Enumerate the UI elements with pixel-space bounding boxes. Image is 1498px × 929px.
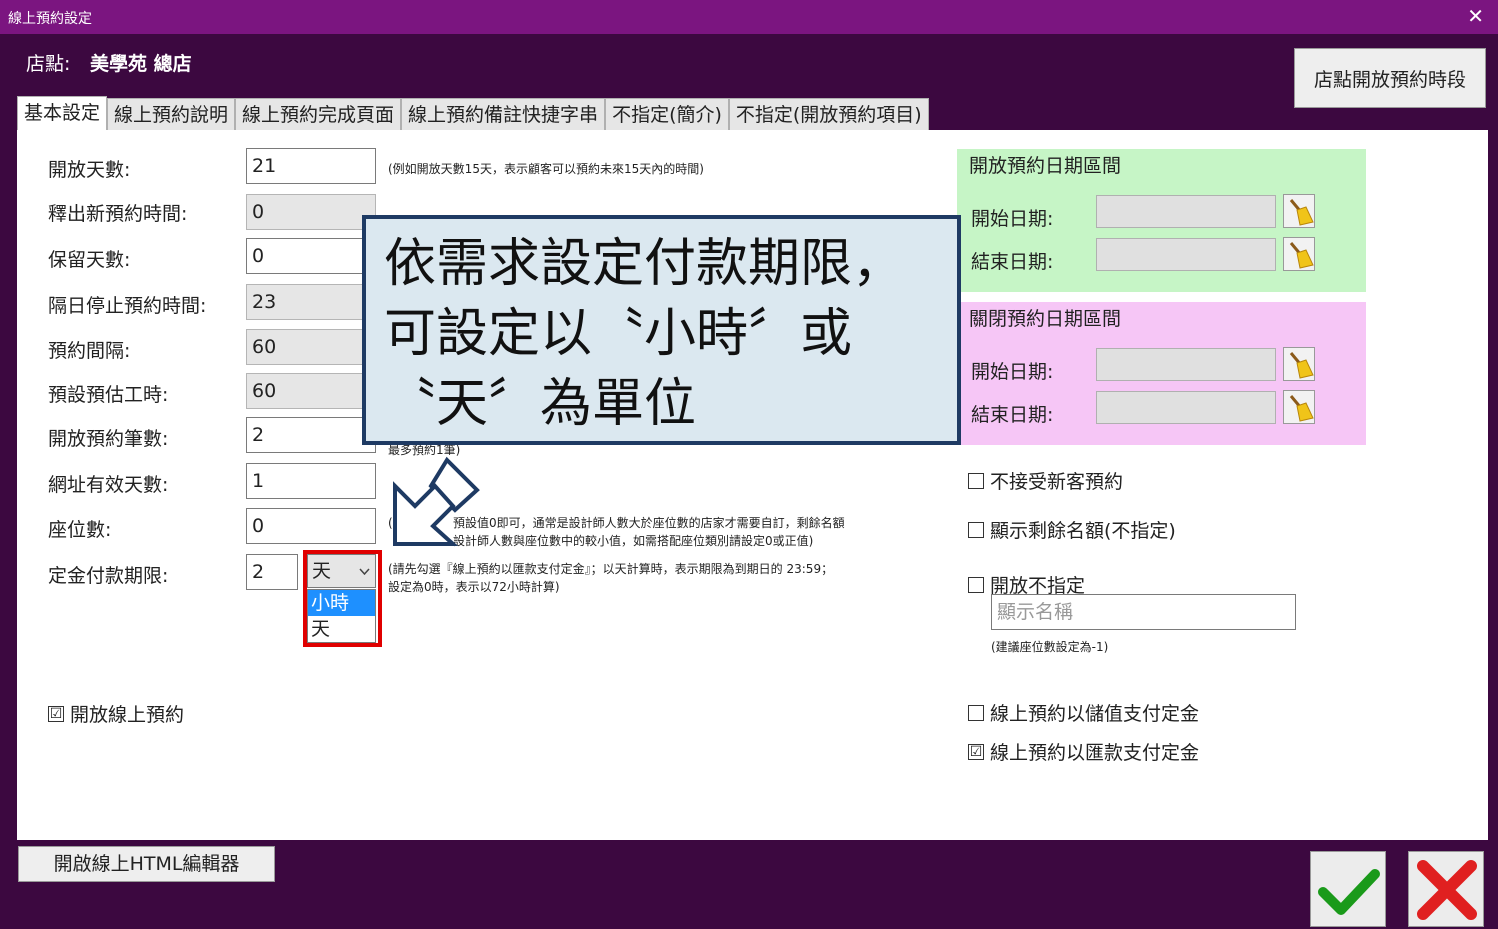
open-end-label: 結束日期: (971, 251, 1054, 273)
tab-unassigned-intro[interactable]: 不指定(簡介) (605, 98, 729, 130)
close-start-date-input[interactable] (1096, 348, 1276, 381)
tab-online-booking-description[interactable]: 線上預約說明 (107, 98, 236, 130)
tab-unassigned-items[interactable]: 不指定(開放預約項目) (728, 98, 929, 130)
checkbox-box (968, 704, 984, 721)
open-days-hint: (例如開放天數15天，表示顧客可以預約未來15天內的時間) (388, 162, 704, 176)
seats-hint-line1: 預設值0即可，通常是設計師人數大於座位數的店家才需要自訂，剩餘名額 (453, 516, 845, 530)
arrow-pointer-icon (393, 456, 480, 546)
close-range-title: 關閉預約日期區間 (969, 308, 1122, 330)
callout-text: 依需求設定付款期限， 可設定以〝小時〞或 〝天〞為單位 (384, 234, 905, 434)
interval-select[interactable]: 60 (246, 329, 376, 365)
tab-bar: 基本設定 線上預約說明 線上預約完成頁面 線上預約備註快捷字串 不指定(簡介) … (17, 96, 929, 130)
open-start-label: 開始日期: (971, 208, 1054, 230)
clear-close-start-button[interactable] (1283, 347, 1315, 381)
store-booking-slots-button[interactable]: 店點開放預約時段 (1294, 48, 1486, 108)
no-new-clients-checkbox[interactable]: 不接受新客預約 (968, 467, 1123, 494)
open-range-title: 開放預約日期區間 (969, 155, 1122, 177)
close-start-label: 開始日期: (971, 361, 1054, 383)
checkbox-box: ☑ (48, 705, 64, 722)
show-remaining-checkbox[interactable]: 顯示剩餘名額(不指定) (968, 516, 1176, 543)
show-remaining-label: 顯示剩餘名額(不指定) (990, 520, 1176, 542)
clear-close-end-button[interactable] (1283, 390, 1315, 424)
tab-basic-settings[interactable]: 基本設定 (17, 96, 108, 130)
url-valid-days-label: 網址有效天數: (48, 474, 169, 496)
next-day-stop-label: 隔日停止預約時間: (48, 295, 207, 317)
broom-icon (1289, 242, 1314, 269)
store-label: 店點: (26, 53, 71, 75)
release-time-label: 釋出新預約時間: (48, 203, 188, 225)
no-new-clients-label: 不接受新客預約 (990, 471, 1124, 493)
close-icon[interactable]: ✕ (1467, 4, 1484, 28)
deposit-deadline-input[interactable]: 2 (246, 554, 298, 590)
broom-icon (1289, 199, 1314, 226)
enable-online-booking-label: 開放線上預約 (70, 704, 185, 726)
broom-icon (1289, 352, 1314, 379)
cancel-button[interactable] (1408, 851, 1484, 927)
open-html-editor-button[interactable]: 開啟線上HTML編輯器 (18, 846, 275, 882)
close-end-date-input[interactable] (1096, 391, 1276, 424)
close-date-range-group: 關閉預約日期區間 開始日期: 結束日期: (957, 302, 1366, 445)
open-date-range-group: 開放預約日期區間 開始日期: 結束日期: (957, 149, 1366, 292)
pay-transfer-label: 線上預約以匯款支付定金 (990, 742, 1200, 764)
url-valid-days-input[interactable]: 1 (246, 463, 376, 499)
deposit-hint-line1: (請先勾選『線上預約以匯款支付定金』；以天計算時，表示期限為到期日的 23:59… (388, 562, 834, 576)
pay-transfer-checkbox[interactable]: ☑ 線上預約以匯款支付定金 (968, 738, 1199, 765)
reserve-days-input[interactable]: 0 (246, 238, 376, 274)
highlight-frame (303, 550, 382, 647)
deposit-deadline-label: 定金付款期限: (48, 565, 169, 587)
reserve-days-label: 保留天數: (48, 249, 131, 271)
open-days-label: 開放天數: (48, 159, 131, 181)
confirm-button[interactable] (1310, 851, 1386, 927)
pay-stored-value-label: 線上預約以儲值支付定金 (990, 703, 1200, 725)
window-title: 線上預約設定 (8, 11, 92, 27)
clear-open-end-button[interactable] (1283, 237, 1315, 271)
seats-input[interactable]: 0 (246, 508, 376, 544)
broom-icon (1289, 395, 1314, 422)
clear-open-start-button[interactable] (1283, 194, 1315, 228)
interval-label: 預約間隔: (48, 340, 131, 362)
enable-online-booking-checkbox[interactable]: ☑ 開放線上預約 (48, 700, 184, 727)
est-work-label: 預設預估工時: (48, 384, 169, 406)
tab-note-shortcuts[interactable]: 線上預約備註快捷字串 (401, 98, 606, 130)
pay-stored-value-checkbox[interactable]: 線上預約以儲值支付定金 (968, 699, 1199, 726)
release-time-select[interactable]: 0 (246, 194, 376, 230)
max-bookings-label: 開放預約筆數: (48, 428, 169, 450)
tab-booking-complete-page[interactable]: 線上預約完成頁面 (235, 98, 402, 130)
max-bookings-input[interactable]: 2 (246, 417, 376, 453)
unassigned-hint: (建議座位數設定為-1) (991, 640, 1109, 654)
store-name: 美學苑 總店 (90, 53, 192, 75)
checkbox-box (968, 521, 984, 538)
check-icon (1318, 869, 1380, 915)
seats-hint-line2: 設計師人數與座位數中的較小值，如需搭配座位類別請設定0或正值) (453, 534, 814, 548)
open-start-date-input[interactable] (1096, 195, 1276, 228)
deposit-hint-line2: 設定為0時，表示以72小時計算) (388, 580, 560, 594)
open-days-input[interactable]: 21 (246, 148, 376, 184)
seats-label: 座位數: (48, 519, 112, 541)
cross-icon (1417, 860, 1477, 920)
close-end-label: 結束日期: (971, 404, 1054, 426)
est-work-select[interactable]: 60 (246, 373, 376, 409)
next-day-stop-select[interactable]: 23 (246, 284, 376, 320)
open-end-date-input[interactable] (1096, 238, 1276, 271)
checkbox-box (968, 576, 984, 593)
title-bar: 線上預約設定 ✕ (0, 0, 1498, 34)
checkbox-box (968, 472, 984, 489)
checkbox-box: ☑ (968, 743, 984, 760)
display-name-input[interactable]: 顯示名稱 (991, 594, 1296, 630)
callout-annotation: 依需求設定付款期限， 可設定以〝小時〞或 〝天〞為單位 (362, 215, 961, 445)
